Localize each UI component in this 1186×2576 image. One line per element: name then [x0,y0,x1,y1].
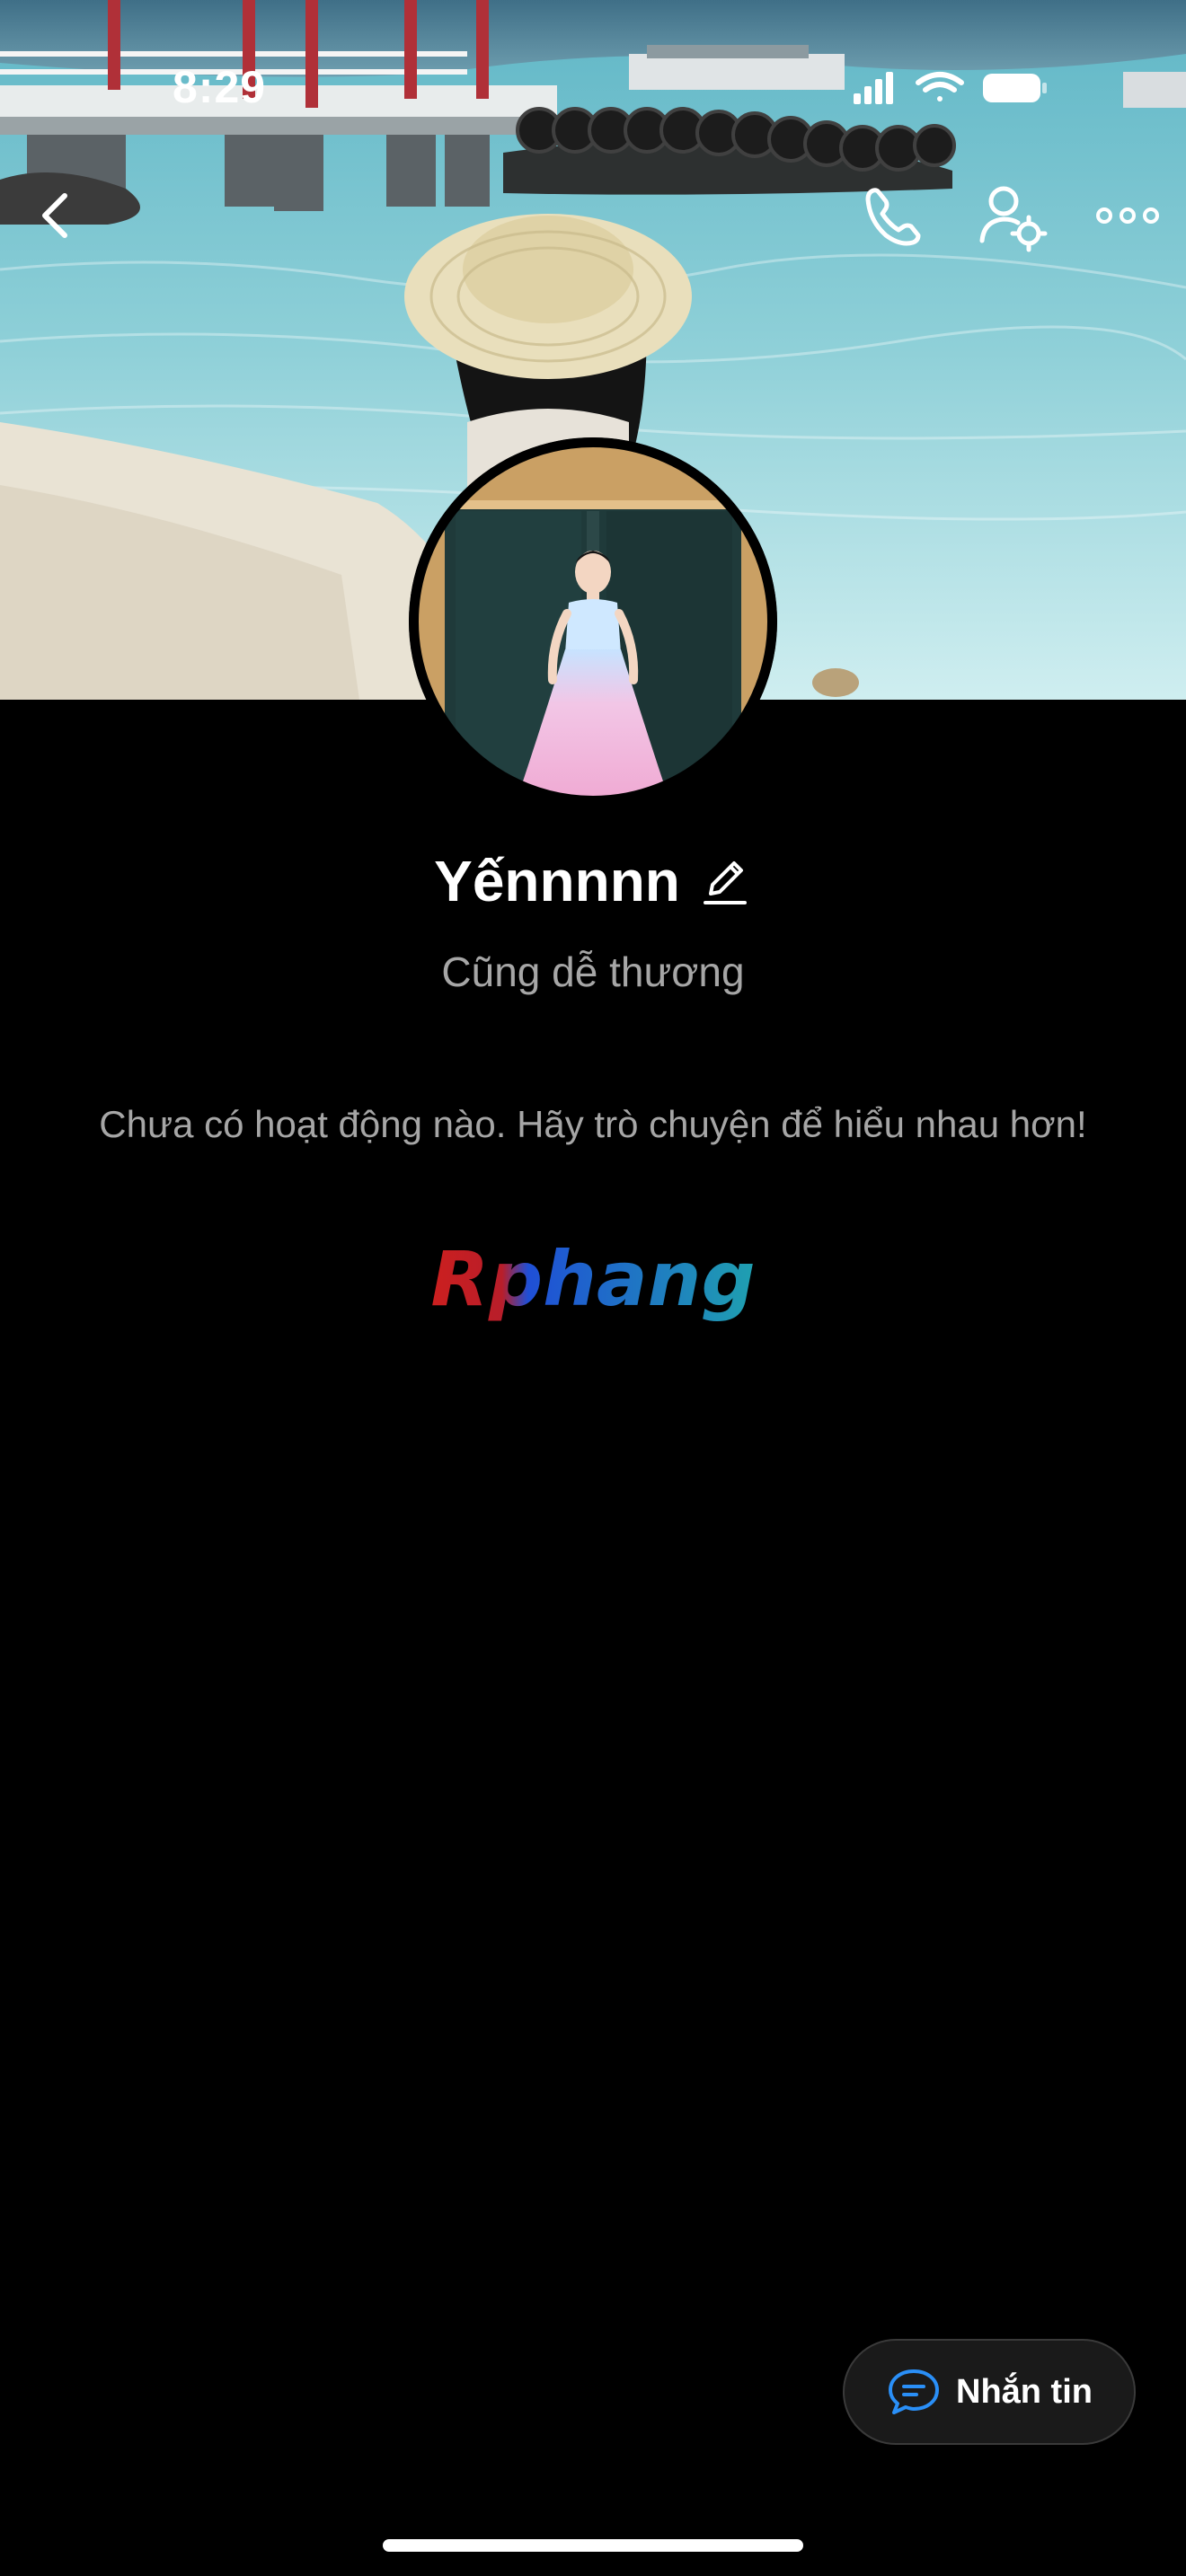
profile-name-row: Yếnnnnn [0,841,1186,922]
message-button-label: Nhắn tin [956,2372,1093,2411]
watermark-logo: Rphang [413,1235,773,1334]
status-bar: 8:29 [0,0,1186,171]
phone-icon [865,188,921,246]
more-options-button[interactable] [1083,171,1173,260]
avatar[interactable] [409,437,777,806]
battery-icon [983,74,1047,102]
profile-settings-button[interactable] [966,171,1056,260]
back-button[interactable] [9,171,99,260]
signal-icon [854,72,893,104]
edit-name-button[interactable] [698,852,752,910]
wifi-icon [916,72,964,101]
user-settings-icon [979,186,1048,252]
more-icon [1096,207,1159,224]
empty-activity-message: Chưa có hoạt động nào. Hãy trò chuyện để… [99,1103,1087,1145]
pencil-icon [703,861,747,904]
call-button[interactable] [846,171,936,260]
message-button[interactable]: Nhắn tin [843,2339,1136,2445]
back-icon [42,193,67,238]
profile-status: Cũng dễ thương [441,948,745,995]
status-time: 8:29 [173,62,267,112]
status-icons [854,70,1051,106]
profile-name: Yếnnnnn [434,849,680,913]
chat-bubble-icon [889,2369,939,2414]
home-indicator[interactable] [383,2539,803,2552]
svg-text:Rphang: Rphang [430,1235,755,1323]
